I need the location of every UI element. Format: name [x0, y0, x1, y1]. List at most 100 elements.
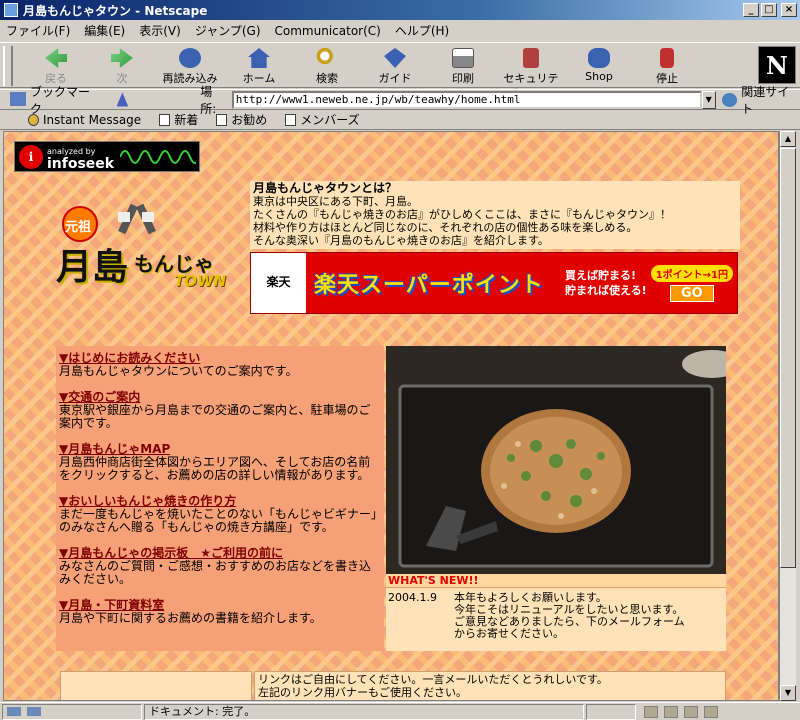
navigation-menu: ▼はじめにお読みください 月島もんじゃタウンについてのご案内です。 ▼交通のご案…	[56, 346, 384, 651]
forward-arrow-icon	[111, 48, 133, 68]
menu-go[interactable]: ジャンプ(G)	[195, 22, 261, 39]
reload-icon	[179, 48, 201, 68]
shop-icon	[588, 48, 610, 68]
search-button[interactable]: 検索	[297, 46, 357, 86]
members-link[interactable]: メンバーズ	[285, 111, 360, 128]
minimize-button[interactable]: _	[743, 3, 759, 17]
print-icon	[452, 48, 474, 68]
instant-message-label: Instant Message	[43, 112, 142, 127]
maximize-button[interactable]: □	[761, 3, 777, 17]
search-label: 検索	[316, 72, 338, 85]
logo-badge: 元祖	[65, 220, 92, 235]
recommend-link[interactable]: お勧め	[216, 111, 267, 128]
rakuten-banner-ad[interactable]: 楽天 楽天スーパーポイント 買えば貯まる! 貯まれば使える! 1ポイント→1円 …	[250, 252, 738, 314]
nav-item-intro: ▼はじめにお読みください 月島もんじゃタウンについてのご案内です。	[59, 352, 381, 378]
banner-go-button[interactable]: GO	[669, 284, 714, 302]
guide-button[interactable]: ガイド	[365, 46, 425, 86]
new-label: 新着	[174, 113, 199, 127]
whats-new-box: WHAT'S NEW!! 2004.1.9 本年もよろしくお願いします。 今年こ…	[386, 574, 726, 651]
nav-desc: 月島西仲商店街全体図からエリア図へ、そしてお店の名前をクリックすると、お薦めの店…	[59, 455, 371, 482]
url-dropdown-arrow[interactable]: ▼	[701, 90, 716, 109]
connection-icon	[7, 707, 21, 716]
page-viewport[interactable]: i analyzed by infoseek 元祖 月島 もんじゃ TOWN 月…	[3, 131, 779, 701]
nav-link-intro[interactable]: ▼はじめにお読みください	[59, 351, 200, 365]
back-button[interactable]: 戻る	[26, 46, 86, 86]
personal-toolbar: Instant Message 新着 お勧め メンバーズ	[0, 110, 800, 130]
page-proxy-icon[interactable]	[116, 92, 129, 107]
navigation-toolbar: 戻る 次 再読み込み ホーム 検索 ガイド 印刷 セキュリティ Shop 停止 …	[0, 42, 800, 101]
vertical-scrollbar[interactable]: ▲ ▼	[779, 131, 796, 701]
composer-icon[interactable]	[704, 705, 718, 718]
new-link[interactable]: 新着	[159, 111, 198, 128]
stop-icon	[660, 48, 674, 68]
site-logo: 元祖 月島 もんじゃ TOWN	[56, 202, 246, 302]
print-button[interactable]: 印刷	[433, 46, 493, 86]
security-button[interactable]: セキュリティ	[501, 46, 561, 101]
window-title: 月島もんじゃタウン - Netscape	[23, 3, 208, 18]
related-sites-icon[interactable]	[721, 92, 738, 107]
nav-desc: 東京駅や銀座から月島までの交通のご案内と、駐車場のご案内です。	[59, 403, 371, 430]
menu-view[interactable]: 表示(V)	[139, 22, 181, 39]
nav-link-map[interactable]: ▼月島もんじゃMAP	[59, 442, 170, 456]
nav-link-library[interactable]: ▼月島・下町資料室	[59, 598, 164, 612]
shop-button[interactable]: Shop	[569, 46, 629, 86]
page-icon	[285, 113, 297, 126]
scroll-down-arrow[interactable]: ▼	[780, 685, 796, 701]
component-icon[interactable]	[684, 705, 698, 718]
page-icon	[216, 113, 228, 126]
bookmark-icon[interactable]	[10, 92, 26, 106]
scroll-up-arrow[interactable]: ▲	[780, 131, 796, 147]
status-bar: ドキュメント: 完了。	[0, 702, 800, 720]
location-bar: ブックマーク 場所: http://www1.neweb.ne.jp/wb/te…	[0, 85, 800, 116]
close-button[interactable]: ×	[781, 3, 797, 17]
menu-edit[interactable]: 編集(E)	[84, 22, 125, 39]
info-icon: i	[19, 144, 43, 169]
menu-communicator[interactable]: Communicator(C)	[275, 24, 381, 38]
scroll-thumb[interactable]	[780, 148, 796, 568]
menu-help[interactable]: ヘルプ(H)	[395, 22, 449, 39]
intro-heading: 月島もんじゃタウンとは？	[253, 181, 398, 195]
members-label: メンバーズ	[300, 113, 360, 127]
person-icon	[28, 113, 39, 126]
rakuten-logo: 楽天	[251, 253, 306, 313]
nav-desc: 月島もんじゃタウンについてのご案内です。	[59, 364, 298, 378]
forward-button[interactable]: 次	[92, 46, 152, 86]
url-input[interactable]: http://www1.neweb.ne.jp/wb/teawhy/home.h…	[231, 90, 702, 109]
intro-line: 東京は中央区にある下町、月島。	[253, 195, 418, 208]
guide-label: ガイド	[378, 72, 412, 85]
stop-button[interactable]: 停止	[637, 46, 697, 86]
progress-bar	[586, 703, 636, 720]
security-status-icon[interactable]	[644, 705, 658, 718]
infoseek-brand: infoseek	[47, 155, 115, 172]
infoseek-badge[interactable]: i analyzed by infoseek	[14, 141, 200, 172]
menu-bar: ファイル(F) 編集(E) 表示(V) ジャンプ(G) Communicator…	[0, 20, 800, 41]
nav-link-access[interactable]: ▼交通のご案内	[59, 390, 140, 404]
link-banner-box[interactable]	[60, 671, 252, 700]
mail-icon[interactable]	[664, 705, 678, 718]
status-text: ドキュメント: 完了。	[144, 703, 584, 720]
lock-icon	[523, 48, 539, 68]
netscape-logo[interactable]: N	[758, 46, 796, 84]
menu-file[interactable]: ファイル(F)	[6, 22, 70, 39]
reload-button[interactable]: 再読み込み	[160, 46, 220, 86]
nav-item-access: ▼交通のご案内 東京駅や銀座から月島までの交通のご案内と、駐車場のご案内です。	[59, 391, 381, 430]
nav-link-recipe[interactable]: ▼おいしいもんじゃ焼きの作り方	[59, 494, 236, 508]
intro-box: 月島もんじゃタウンとは？ 東京は中央区にある下町、月島。 たくさんの『もんじゃ焼…	[250, 181, 740, 249]
print-label: 印刷	[452, 72, 474, 85]
infoseek-caption: analyzed by	[47, 146, 96, 156]
nav-link-bbs[interactable]: ▼月島もんじゃの掲示板 ★ご利用の前に	[59, 546, 283, 560]
whats-new-title: WHAT'S NEW!!	[386, 574, 726, 588]
netscape-app-icon	[4, 3, 18, 17]
instant-message-link[interactable]: Instant Message	[28, 113, 141, 127]
nav-desc: まだ一度もんじゃを焼いたことのない「もんじゃビギナー」のみなさんへ贈る「もんじゃ…	[59, 507, 377, 534]
shop-label: Shop	[585, 70, 613, 83]
home-button[interactable]: ホーム	[229, 46, 289, 86]
status-icons	[2, 703, 142, 720]
forward-label: 次	[116, 72, 128, 85]
nav-desc: みなさんのご質問・ご感想・おすすめのお店などを書き込みください。	[59, 559, 372, 586]
recommend-label: お勧め	[231, 113, 268, 127]
logo-main: 月島	[56, 247, 129, 288]
page-icon	[159, 113, 171, 126]
toolbar-grip[interactable]	[3, 46, 13, 86]
intro-line: 材料や作り方はほとんど同じなのに、それぞれの店の個性ある味を楽しめる。	[253, 221, 638, 234]
